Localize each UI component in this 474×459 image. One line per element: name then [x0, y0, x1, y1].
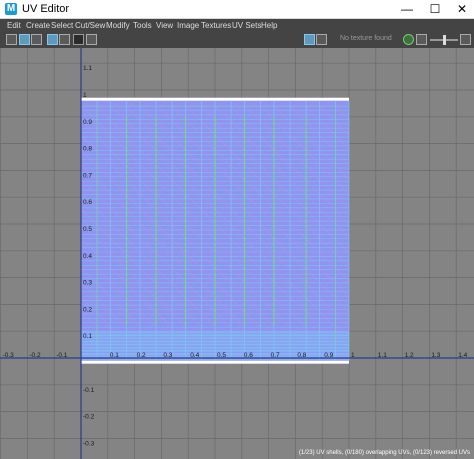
v-axis-label: 0.1 — [83, 333, 92, 340]
uv-shell-top-edge — [81, 97, 349, 101]
u-axis-label: 0.6 — [244, 352, 253, 359]
u-axis-label: 1.3 — [431, 352, 440, 359]
v-axis-label: 0.4 — [83, 253, 92, 260]
menu-edit[interactable]: Edit — [7, 19, 21, 32]
menu-tools[interactable]: Tools — [133, 19, 152, 32]
v-axis-label: 0.8 — [83, 146, 92, 153]
menu-modify[interactable]: Modify — [106, 19, 130, 32]
maximize-button[interactable]: ☐ — [421, 0, 449, 18]
uv-texture-icon[interactable] — [31, 34, 42, 45]
checker-icon[interactable] — [316, 34, 327, 45]
toolbar: No texture found — [0, 32, 474, 49]
u-axis-label: -0.3 — [3, 352, 15, 359]
grid-display-icon[interactable] — [59, 34, 70, 45]
status-readout: (1/23) UV shells, (0/180) overlapping UV… — [298, 450, 470, 456]
v-axis-label: -0.3 — [83, 440, 95, 447]
u-axis-label: 0.4 — [190, 352, 199, 359]
u-axis-label: 0.8 — [297, 352, 306, 359]
u-axis-label: 0.3 — [163, 352, 172, 359]
texture-status-label: No texture found — [340, 35, 392, 42]
u-axis-label: 1 — [351, 352, 355, 359]
refresh-icon[interactable] — [403, 34, 414, 45]
menu-bar: Edit Create Select Cut/Sew Modify Tools … — [0, 19, 474, 32]
minimize-button[interactable]: — — [393, 0, 421, 18]
close-button[interactable]: ✕ — [448, 0, 474, 18]
u-axis-label: -0.1 — [56, 352, 68, 359]
menu-image[interactable]: Image — [177, 19, 199, 32]
v-axis-label: 0.3 — [83, 280, 92, 287]
menu-view[interactable]: View — [156, 19, 173, 32]
title-bar: M UV Editor — ☐ ✕ — [0, 0, 474, 19]
window-title: UV Editor — [22, 3, 70, 15]
v-axis-label: 0.2 — [83, 306, 92, 313]
v-axis-label: 0.9 — [83, 119, 92, 126]
u-axis-label: 0.1 — [110, 352, 119, 359]
v-axis-label: 0.5 — [83, 226, 92, 233]
u-axis-label: 0.9 — [324, 352, 333, 359]
u-axis-label: 1.1 — [378, 352, 387, 359]
texture-display-icon[interactable] — [304, 34, 315, 45]
uv-select-icon[interactable] — [6, 34, 17, 45]
menu-help[interactable]: Help — [261, 19, 277, 32]
menu-create[interactable]: Create — [26, 19, 50, 32]
isolate-icon[interactable] — [73, 34, 84, 45]
uv-canvas[interactable]: -0.3 -0.2 -0.1 0.1 0.2 0.3 0.4 0.5 0.6 0.7 0.8 0.9 1… — [0, 48, 474, 459]
v-axis-label: 0.6 — [83, 199, 92, 206]
screenshot-icon[interactable] — [86, 34, 97, 45]
uv-shell-bottom-edge — [81, 360, 349, 364]
menu-cut-sew[interactable]: Cut/Sew — [75, 19, 105, 32]
texture-brightness-handle[interactable] — [443, 35, 446, 45]
uv-viewport[interactable]: -0.3 -0.2 -0.1 0.1 0.2 0.3 0.4 0.5 0.6 0.7 0.8 0.9 1… — [0, 48, 474, 459]
v-axis-label: 1 — [83, 92, 87, 99]
frame-icon[interactable] — [47, 34, 58, 45]
u-axis-label: 0.7 — [271, 352, 280, 359]
menu-select[interactable]: Select — [51, 19, 73, 32]
layout-icon[interactable] — [416, 34, 427, 45]
u-axis-label: 1.2 — [405, 352, 414, 359]
v-axis-label: 1.1 — [83, 65, 92, 72]
uv-shell-icon[interactable] — [19, 34, 30, 45]
image-range-icon[interactable] — [460, 34, 471, 45]
menu-textures[interactable]: Textures — [201, 19, 231, 32]
v-axis-label: -0.1 — [83, 387, 95, 394]
v-axis-label: -0.2 — [83, 414, 95, 421]
u-axis-label: 0.2 — [137, 352, 146, 359]
u-axis-label: 1.4 — [458, 352, 467, 359]
v-axis-label: 0.7 — [83, 172, 92, 179]
menu-uv-sets[interactable]: UV Sets — [232, 19, 261, 32]
u-axis-label: -0.2 — [29, 352, 41, 359]
maya-logo-icon: M — [5, 3, 17, 15]
u-axis-label: 0.5 — [217, 352, 226, 359]
